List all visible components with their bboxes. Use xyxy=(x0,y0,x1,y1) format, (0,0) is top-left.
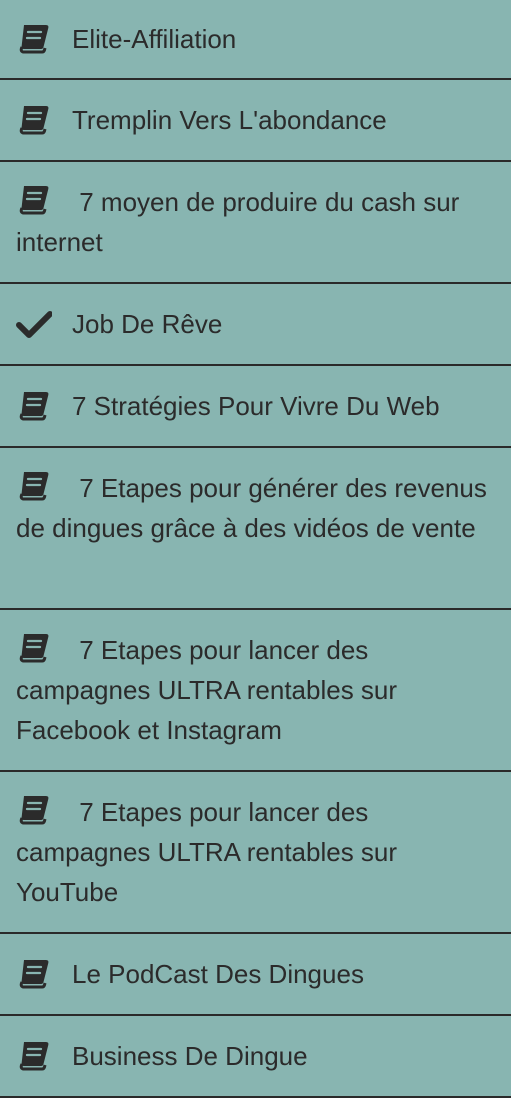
book-icon xyxy=(16,1040,52,1072)
menu-item-label: 7 Etapes pour lancer des campagnes ULTRA… xyxy=(16,797,398,907)
menu-item-label: Elite-Affiliation xyxy=(72,24,237,54)
menu-item-label: Le PodCast Des Dingues xyxy=(72,959,364,989)
check-icon xyxy=(16,308,52,340)
course-menu: Elite-Affiliation Tremplin Vers L'abonda… xyxy=(0,0,511,1098)
menu-item-tremplin[interactable]: Tremplin Vers L'abondance xyxy=(0,80,511,162)
menu-item-business[interactable]: Business De Dingue xyxy=(0,1016,511,1098)
menu-item-label: 7 moyen de produire du cash sur internet xyxy=(16,187,460,257)
menu-item-7-moyen[interactable]: 7 moyen de produire du cash sur internet xyxy=(0,162,511,284)
book-icon xyxy=(16,794,52,826)
book-icon xyxy=(16,23,52,55)
menu-item-label: Business De Dingue xyxy=(72,1041,308,1071)
menu-item-label: Job De Rêve xyxy=(72,309,223,339)
book-icon xyxy=(16,958,52,990)
menu-item-job-de-reve[interactable]: Job De Rêve xyxy=(0,284,511,366)
menu-item-label: 7 Etapes pour lancer des campagnes ULTRA… xyxy=(16,635,398,745)
menu-item-podcast[interactable]: Le PodCast Des Dingues xyxy=(0,934,511,1016)
book-icon xyxy=(16,390,52,422)
menu-item-elite-affiliation[interactable]: Elite-Affiliation xyxy=(0,0,511,80)
menu-item-label: 7 Etapes pour générer des revenus de din… xyxy=(16,473,487,543)
book-icon xyxy=(16,632,52,664)
book-icon xyxy=(16,104,52,136)
menu-item-label: 7 Stratégies Pour Vivre Du Web xyxy=(72,391,440,421)
menu-item-label: Tremplin Vers L'abondance xyxy=(72,105,387,135)
menu-item-7-etapes-facebook[interactable]: 7 Etapes pour lancer des campagnes ULTRA… xyxy=(0,610,511,772)
menu-item-7-etapes-youtube[interactable]: 7 Etapes pour lancer des campagnes ULTRA… xyxy=(0,772,511,934)
menu-item-7-strategies[interactable]: 7 Stratégies Pour Vivre Du Web xyxy=(0,366,511,448)
menu-item-7-etapes-videos[interactable]: 7 Etapes pour générer des revenus de din… xyxy=(0,448,511,610)
book-icon xyxy=(16,470,52,502)
book-icon xyxy=(16,184,52,216)
